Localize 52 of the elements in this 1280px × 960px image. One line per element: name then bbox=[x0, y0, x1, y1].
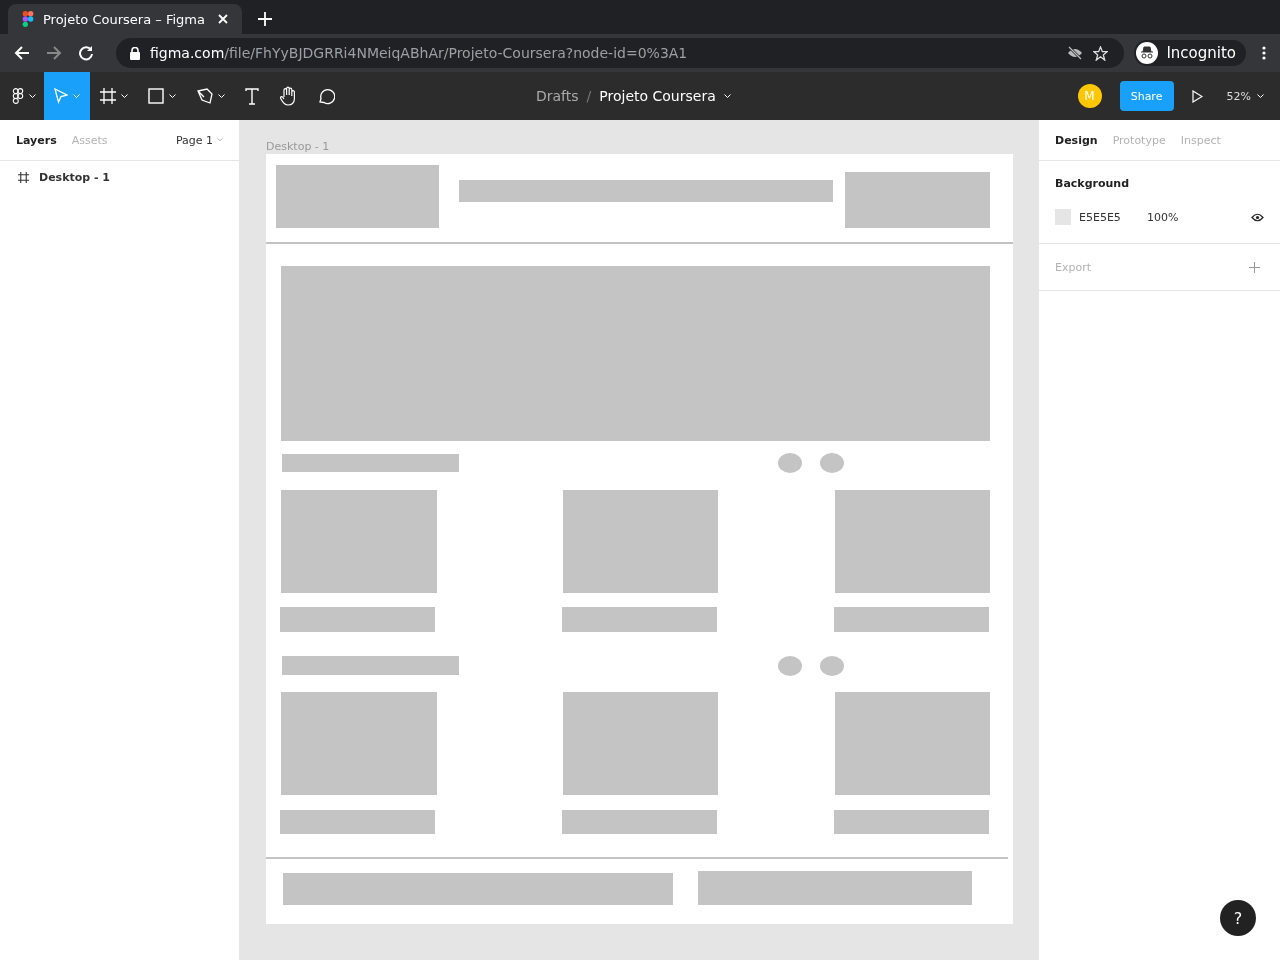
browser-tab[interactable]: Projeto Coursera – Figma bbox=[8, 4, 242, 34]
incognito-icon bbox=[1136, 42, 1159, 64]
layer-name[interactable]: Desktop - 1 bbox=[39, 170, 111, 184]
rectangle-icon bbox=[148, 88, 164, 104]
plus-icon[interactable] bbox=[1249, 261, 1260, 273]
speech-bubble-icon bbox=[317, 87, 335, 105]
url-text: figma.com/file/FhYyBJDGRRi4NMeiqABhAr/Projeto-Coursera?node-id=0%3A1 bbox=[150, 45, 689, 61]
panel-tab[interactable]: Design bbox=[1055, 133, 1098, 147]
section-title: Export bbox=[1055, 260, 1091, 274]
close-icon[interactable] bbox=[218, 14, 228, 24]
breadcrumb-link[interactable]: Drafts bbox=[536, 88, 579, 104]
hex-value[interactable]: E5E5E5 bbox=[1079, 210, 1147, 224]
breadcrumb-separator: / bbox=[586, 88, 592, 104]
play-icon[interactable] bbox=[1191, 89, 1203, 103]
figma-logo-icon bbox=[22, 11, 34, 27]
help-button[interactable]: ? bbox=[1220, 900, 1256, 936]
eye-off-icon[interactable] bbox=[1067, 46, 1084, 60]
figma-logo-icon bbox=[12, 88, 24, 104]
cursor-icon bbox=[54, 88, 68, 104]
caret-icon bbox=[73, 93, 80, 99]
zoom-level[interactable]: 52% bbox=[1226, 89, 1251, 103]
text-tool-icon bbox=[245, 87, 259, 105]
caret-icon bbox=[169, 93, 176, 99]
tab-title: Projeto Coursera – Figma bbox=[43, 11, 206, 27]
profile-button[interactable]: Incognito bbox=[1134, 40, 1246, 66]
panel-tab[interactable]: Layers bbox=[16, 133, 57, 147]
frame-icon bbox=[100, 88, 116, 104]
pen-icon bbox=[196, 87, 213, 105]
lock-icon bbox=[130, 46, 140, 60]
file-name[interactable]: Projeto Coursera bbox=[599, 88, 716, 104]
color-swatch[interactable] bbox=[1055, 209, 1071, 225]
caret-icon bbox=[121, 93, 128, 99]
caret-icon bbox=[218, 93, 225, 99]
star-icon[interactable] bbox=[1093, 45, 1109, 61]
frame-icon bbox=[18, 171, 29, 183]
page-selector[interactable]: Page 1 bbox=[175, 133, 213, 147]
caret-icon bbox=[29, 93, 36, 99]
frame-label: Desktop - 1 bbox=[266, 140, 331, 154]
hand-icon bbox=[279, 86, 297, 106]
placeholder-ellipse bbox=[778, 453, 802, 473]
section-title: Background bbox=[1055, 177, 1131, 192]
eye-icon[interactable] bbox=[1251, 212, 1264, 222]
forward-arrow-icon[interactable] bbox=[46, 45, 62, 61]
reload-icon[interactable] bbox=[78, 45, 94, 61]
more-options-icon[interactable] bbox=[1262, 46, 1266, 60]
address-bar[interactable]: figma.com/file/FhYyBJDGRRi4NMeiqABhAr/Projeto-Coursera?node-id=0%3A1 bbox=[116, 38, 1125, 68]
placeholder-ellipse bbox=[820, 656, 844, 676]
placeholder-ellipse bbox=[820, 453, 844, 473]
new-tab-icon[interactable] bbox=[258, 12, 272, 26]
placeholder-ellipse bbox=[778, 656, 802, 676]
opacity-value[interactable]: 100% bbox=[1147, 210, 1251, 224]
back-arrow-icon[interactable] bbox=[14, 45, 30, 61]
